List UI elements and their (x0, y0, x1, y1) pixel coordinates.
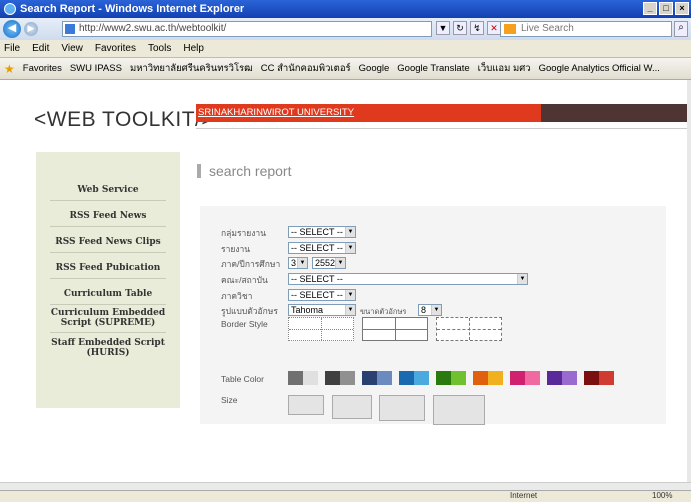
sidebar-item-rss-news[interactable]: RSS Feed News (36, 211, 180, 221)
menu-edit[interactable]: Edit (32, 43, 49, 54)
fav-item-analytics[interactable]: Google Analytics Official W... (539, 63, 660, 74)
table-color-swatch[interactable] (325, 371, 355, 385)
status-bar: Internet 100% (0, 490, 691, 502)
fav-item-cc[interactable]: CC สำนักคอมพิวเตอร์ (261, 61, 351, 76)
year-select[interactable]: 2552 ▼ (312, 257, 346, 269)
site-logo[interactable]: <WEB TOOLKIT/> (34, 108, 214, 132)
ie-icon (4, 3, 16, 15)
university-link[interactable]: SRINAKHARINWIROT UNIVERSITY (198, 107, 354, 118)
border-style-dashed[interactable] (436, 317, 502, 341)
sidebar: Web Service RSS Feed News RSS Feed News … (36, 152, 180, 408)
font-select[interactable]: Tahoma ▼ (288, 304, 356, 316)
zoom-level[interactable]: 100% (652, 491, 672, 500)
title-marker (197, 164, 201, 178)
sidebar-item-curriculum-table[interactable]: Curriculum Table (36, 289, 180, 299)
table-color-swatch[interactable] (436, 371, 466, 385)
table-color-swatch[interactable] (510, 371, 540, 385)
menu-help[interactable]: Help (183, 43, 204, 54)
search-input[interactable]: Live Search (500, 21, 672, 37)
table-color-swatch[interactable] (547, 371, 577, 385)
menu-bar: File Edit View Favorites Tools Help (0, 40, 691, 58)
menu-file[interactable]: File (4, 43, 20, 54)
address-input[interactable]: http://www2.swu.ac.th/webtoolkit/ (62, 21, 432, 37)
address-bar: ◀ ▶ http://www2.swu.ac.th/webtoolkit/ ▼ … (0, 18, 691, 40)
sidebar-item-web-service[interactable]: Web Service (36, 185, 180, 195)
table-color-swatch[interactable] (399, 371, 429, 385)
page-title: search report (209, 163, 292, 179)
stop-icon[interactable]: ✕ (487, 21, 501, 35)
zone-label: Internet (510, 491, 538, 500)
page-content: <WEB TOOLKIT/> SRINAKHARINWIROT UNIVERSI… (0, 80, 687, 482)
dropdown-icon[interactable]: ▼ (436, 21, 450, 35)
favorites-bar: ★ Favorites SWU IPASS มหาวิทยาลัยศรีนคริ… (0, 58, 691, 80)
fav-item-webmail[interactable]: เว็บแอม มศว (478, 61, 531, 76)
sidebar-item-staff-script[interactable]: Staff Embedded Script (HURIS) (30, 338, 186, 358)
minimize-button[interactable]: _ (643, 2, 657, 15)
close-button[interactable]: × (675, 2, 689, 15)
border-style-solid[interactable] (362, 317, 428, 341)
fav-item-translate[interactable]: Google Translate (397, 63, 469, 74)
fav-item-ipass[interactable]: SWU IPASS (70, 63, 122, 74)
size-medium[interactable] (332, 395, 372, 419)
sidebar-item-rss-clips[interactable]: RSS Feed News Clips (36, 237, 180, 247)
report-group-label: กลุ่มรายงาน (221, 228, 267, 238)
maximize-button[interactable]: □ (659, 2, 673, 15)
forward-button[interactable]: ▶ (24, 22, 38, 36)
refresh-icon[interactable]: ↻ (453, 21, 467, 35)
header-divider (196, 128, 687, 129)
horizontal-scrollbar[interactable] (0, 482, 691, 490)
border-style-label: Border Style (221, 319, 268, 329)
size-label: Size (221, 395, 238, 405)
favorites-button[interactable]: Favorites (23, 63, 62, 74)
size-small[interactable] (288, 395, 324, 415)
table-color-swatch[interactable] (584, 371, 614, 385)
live-search-icon (504, 24, 516, 34)
report-select[interactable]: -- SELECT -- ▼ (288, 242, 356, 254)
dept-label: ภาควิชา (221, 291, 253, 301)
star-icon: ★ (4, 61, 15, 76)
fav-item-google[interactable]: Google (359, 63, 390, 74)
table-color-swatch[interactable] (473, 371, 503, 385)
size-xlarge[interactable] (433, 395, 485, 425)
menu-tools[interactable]: Tools (148, 43, 171, 54)
sidebar-item-rss-pubication[interactable]: RSS Feed Pubication (36, 263, 180, 273)
window-title: Search Report - Windows Internet Explore… (20, 3, 245, 15)
term-select[interactable]: 3 ▼ (288, 257, 308, 269)
compat-icon[interactable]: ↯ (470, 21, 484, 35)
faculty-label: คณะ/สถาบัน (221, 275, 268, 285)
search-form: กลุ่มรายงาน -- SELECT -- ▼ รายงาน -- SELE… (200, 206, 666, 425)
table-color-label: Table Color (221, 374, 264, 384)
title-bar: Search Report - Windows Internet Explore… (0, 0, 691, 18)
term-label: ภาค/ปีการศึกษา (221, 259, 281, 269)
faculty-select[interactable]: -- SELECT -- ▼ (288, 273, 528, 285)
table-color-swatch[interactable] (362, 371, 392, 385)
fav-item-swu[interactable]: มหาวิทยาลัยศรีนครินทรวิโรฒ (130, 61, 253, 76)
dept-select[interactable]: -- SELECT -- ▼ (288, 289, 356, 301)
border-style-dotted[interactable] (288, 317, 354, 341)
menu-view[interactable]: View (61, 43, 83, 54)
search-icon[interactable]: ⌕ (674, 21, 688, 37)
back-button[interactable]: ◀ (3, 20, 21, 38)
sidebar-item-curriculum-script[interactable]: Curriculum Embedded Script (SUPREME) (36, 308, 180, 328)
report-group-select[interactable]: -- SELECT -- ▼ (288, 226, 356, 238)
vertical-scrollbar[interactable] (687, 80, 691, 482)
address-url: http://www2.swu.ac.th/webtoolkit/ (79, 23, 227, 34)
fontsize-select[interactable]: 8 ▼ (418, 304, 442, 316)
size-large[interactable] (379, 395, 425, 421)
report-label: รายงาน (221, 244, 251, 254)
search-placeholder: Live Search (521, 23, 574, 34)
font-label: รูปแบบตัวอักษร (221, 306, 278, 316)
page-icon (65, 24, 75, 34)
table-color-swatch[interactable] (288, 371, 318, 385)
menu-favorites[interactable]: Favorites (95, 43, 136, 54)
